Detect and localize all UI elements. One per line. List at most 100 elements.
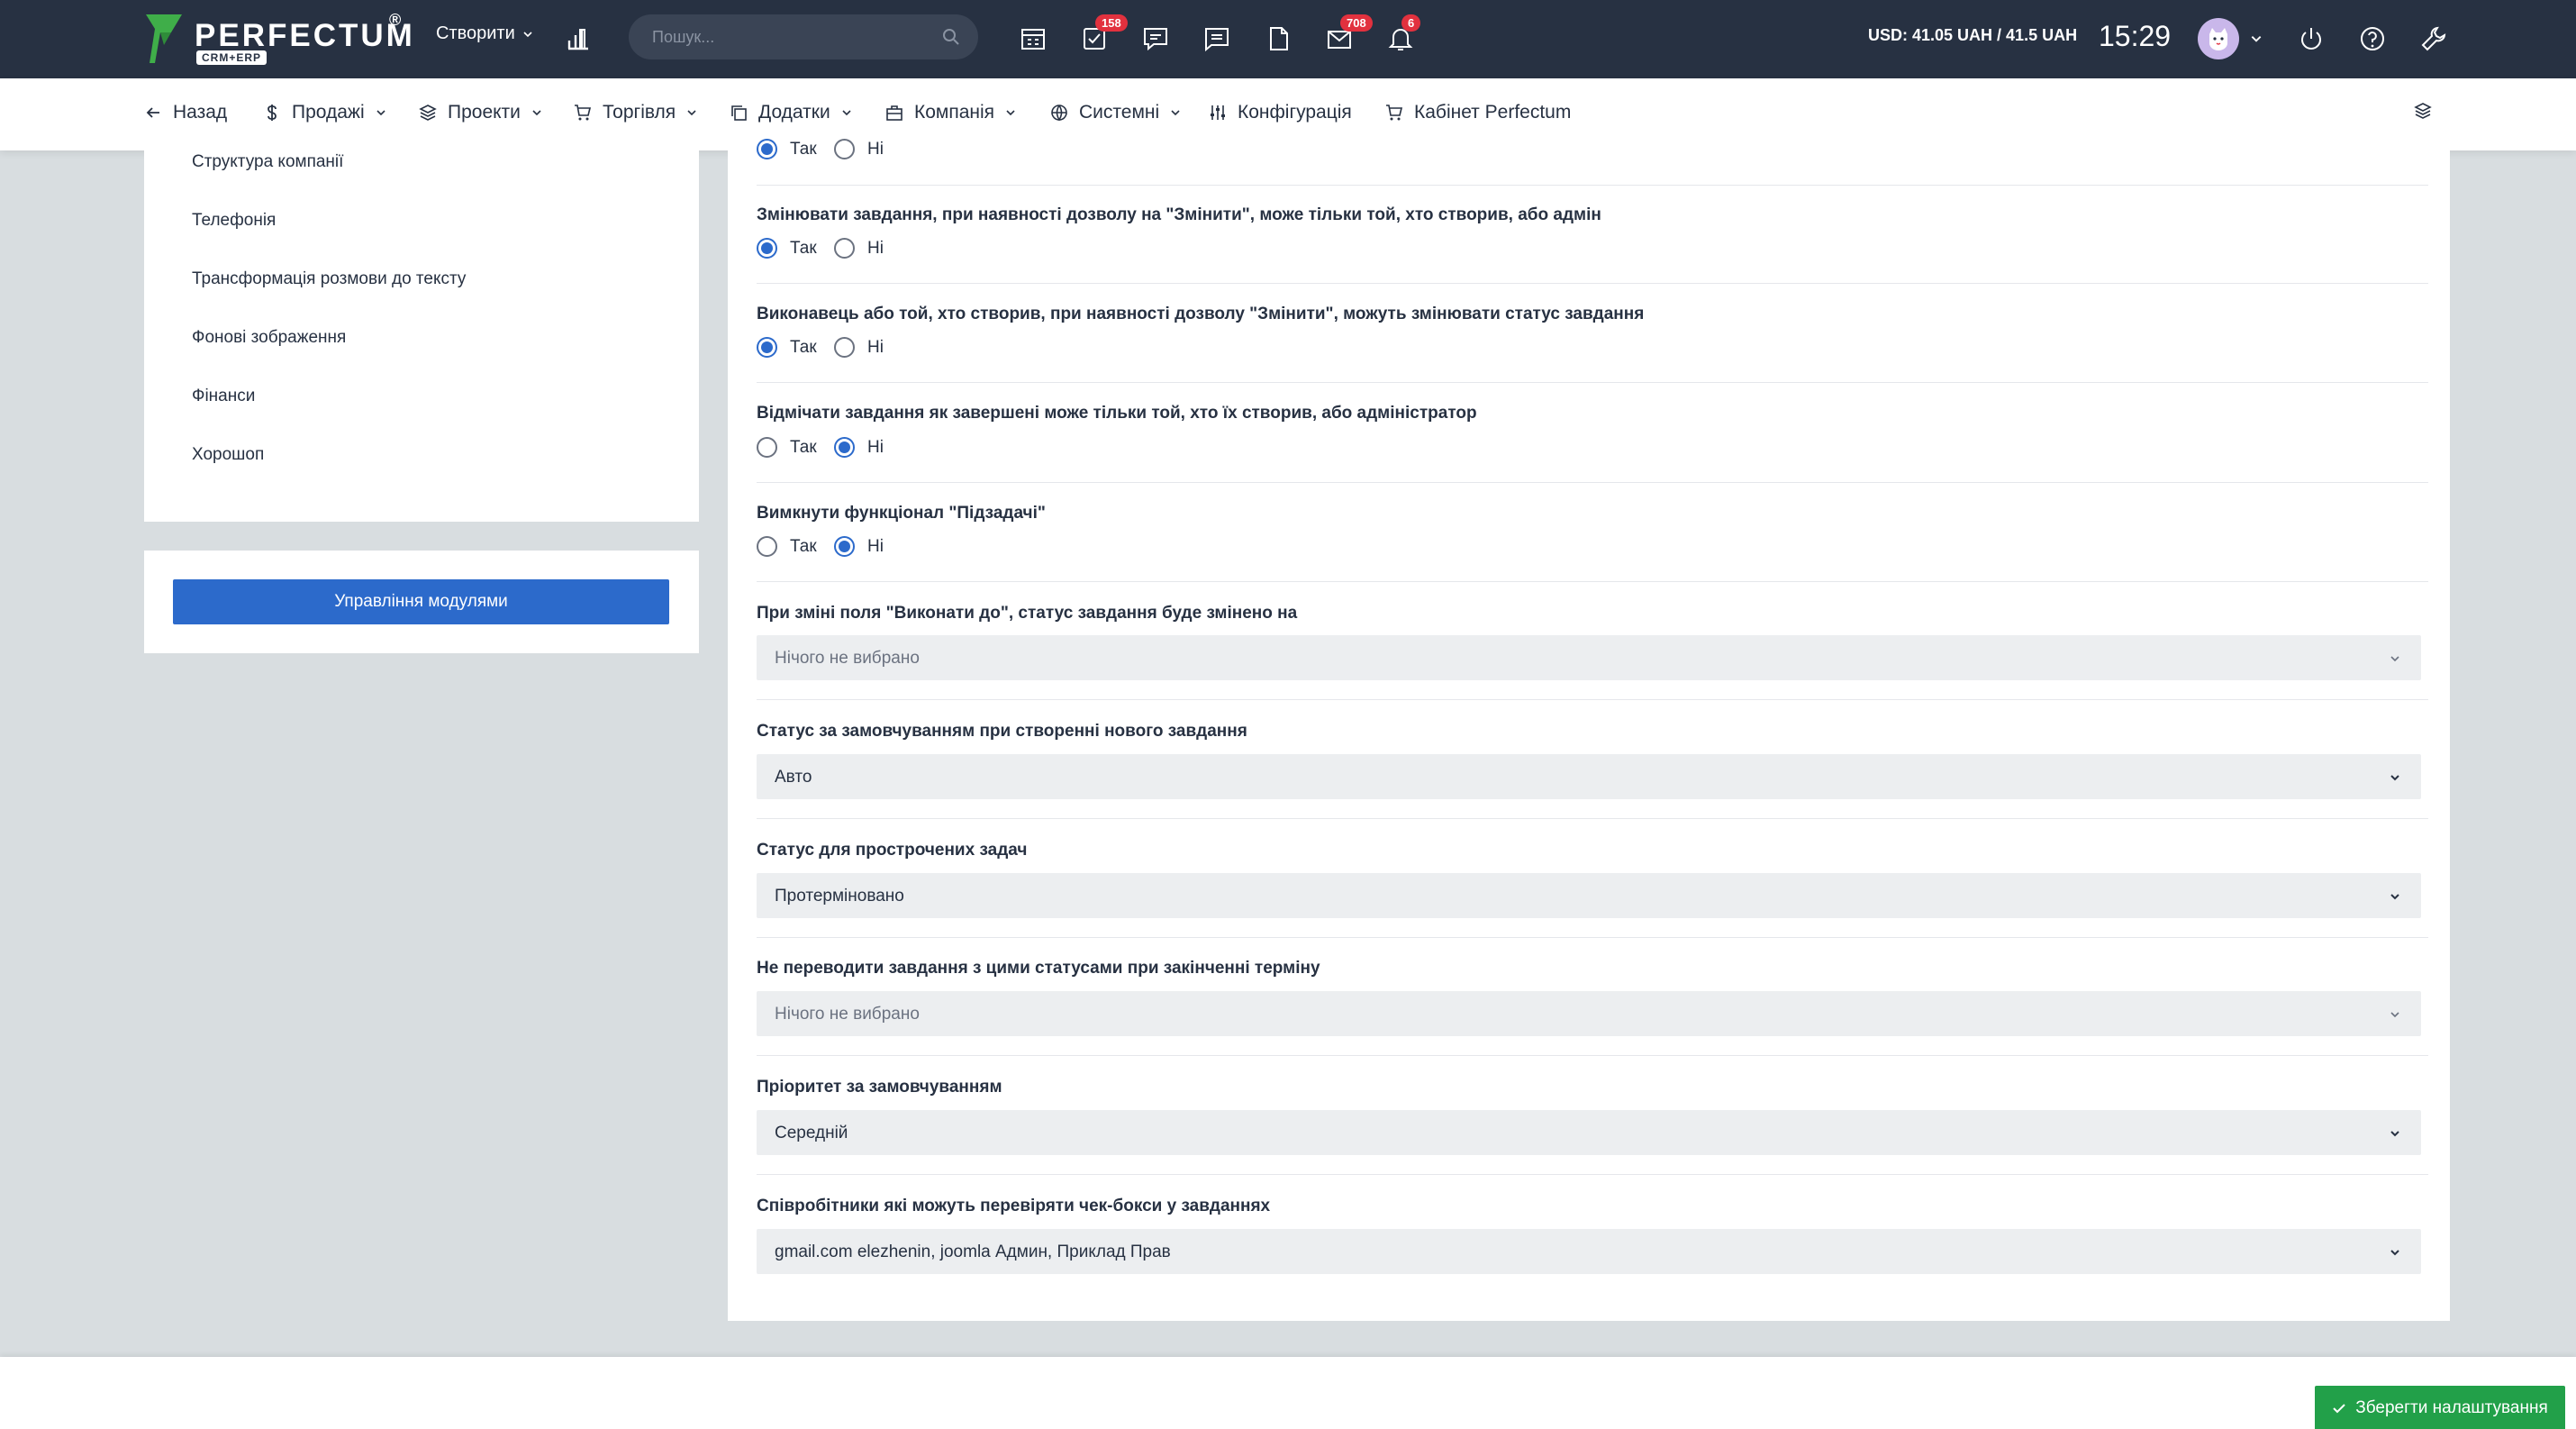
menu-cabinet-label: Кабінет Perfectum — [1414, 102, 1572, 123]
save-settings-button[interactable]: Зберегти налаштування — [2315, 1386, 2565, 1429]
menu-back[interactable]: Назад — [144, 102, 227, 123]
stats-button[interactable] — [560, 20, 598, 58]
q3-yes[interactable]: Так — [757, 437, 817, 458]
mail-button[interactable]: 708 — [1320, 14, 1373, 58]
manage-modules-button[interactable]: Управління модулями — [173, 579, 669, 624]
s2-value: Авто — [775, 768, 812, 787]
menu-sales[interactable]: Продажі — [263, 102, 386, 123]
menu-config[interactable]: Конфігурація — [1209, 102, 1352, 123]
help-button[interactable] — [2354, 20, 2391, 58]
main-menu: Назад Продажі Проекти Торгівля Додатки К… — [0, 78, 2576, 150]
q0-no[interactable]: Ні — [834, 139, 884, 159]
arrow-left-icon — [146, 107, 159, 118]
chevron-down-icon — [376, 110, 385, 116]
s2-select[interactable]: Авто — [757, 754, 2421, 799]
menu-config-label: Конфігурація — [1238, 102, 1352, 123]
cart-icon — [575, 105, 592, 121]
q2-no-radio[interactable] — [834, 337, 855, 358]
q0-yes-radio[interactable] — [757, 139, 777, 159]
s5-label: Пріоритет за замовчуванням — [757, 1078, 1002, 1097]
radio-label: Так — [790, 139, 817, 159]
radio-label: Так — [790, 238, 817, 258]
menu-addons[interactable]: Додатки — [730, 102, 852, 123]
documents-button[interactable] — [1259, 20, 1297, 58]
avatar[interactable] — [2198, 18, 2239, 59]
chevron-down-icon — [2390, 1012, 2399, 1018]
building-icon — [886, 105, 903, 121]
q1-no[interactable]: Ні — [834, 238, 884, 259]
settings-button[interactable] — [2415, 20, 2453, 58]
menu-projects[interactable]: Проекти — [419, 102, 542, 123]
sidebar-item-backgrounds[interactable]: Фонові зображення — [192, 328, 346, 348]
menu-company-label: Компанія — [914, 102, 995, 123]
sidebar-item-telephony[interactable]: Телефонія — [192, 211, 276, 231]
search-box[interactable]: Пошук... — [629, 14, 978, 59]
settings-sidebar: Структура компанії Телефонія Трансформац… — [144, 150, 699, 522]
radio-label: Ні — [867, 139, 884, 159]
create-dropdown[interactable]: Створити — [436, 23, 533, 44]
chevron-down-icon — [1006, 110, 1015, 116]
create-label: Створити — [436, 23, 515, 43]
q2-yes[interactable]: Так — [757, 337, 817, 358]
calendar-button[interactable] — [1014, 20, 1052, 58]
q1-yes[interactable]: Так — [757, 238, 817, 259]
brand-name: PERFECTUM — [195, 18, 415, 53]
q2-yes-radio[interactable] — [757, 337, 777, 358]
q0-yes[interactable]: Так — [757, 139, 817, 159]
s3-select[interactable]: Протерміновано — [757, 873, 2421, 918]
menu-addons-label: Додатки — [758, 102, 830, 123]
q1-yes-radio[interactable] — [757, 238, 777, 259]
radio-label: Ні — [867, 238, 884, 258]
perfectum-logo[interactable]: PERFECTUM ® CRM+ERP — [144, 11, 413, 67]
s1-select[interactable]: Нічого не вибрано — [757, 635, 2421, 680]
chevron-down-icon[interactable] — [2250, 32, 2263, 45]
bar-chart-icon — [567, 29, 588, 50]
divider — [757, 382, 2428, 383]
sidebar-item-speech-to-text[interactable]: Трансформація розмови до тексту — [192, 269, 466, 289]
chevron-down-icon — [2390, 1131, 2399, 1137]
q2-no[interactable]: Ні — [834, 337, 884, 358]
layers-menu-button[interactable] — [2414, 102, 2432, 120]
q4-no[interactable]: Ні — [834, 536, 884, 557]
q0-no-radio[interactable] — [834, 139, 855, 159]
s1-value: Нічого не вибрано — [775, 649, 920, 668]
chevron-down-icon — [2390, 656, 2399, 662]
s6-select[interactable]: gmail.com elezhenin, joomla Админ, Прикл… — [757, 1229, 2421, 1274]
logout-button[interactable] — [2292, 20, 2330, 58]
footer-bar: Зберегти налаштування — [0, 1357, 2576, 1429]
chat-button[interactable] — [1137, 20, 1175, 58]
search-input[interactable]: Пошук... — [652, 28, 714, 47]
divider — [757, 699, 2428, 700]
sidebar-item-horoshop[interactable]: Хорошоп — [192, 445, 264, 465]
messages-button[interactable] — [1198, 20, 1236, 58]
s3-value: Протерміновано — [775, 887, 904, 906]
s5-select[interactable]: Середній — [757, 1110, 2421, 1155]
tasks-button[interactable]: 158 — [1075, 14, 1128, 58]
s3-label: Статус для прострочених задач — [757, 841, 1028, 860]
q1-no-radio[interactable] — [834, 238, 855, 259]
message-icon — [1205, 28, 1229, 52]
menu-cabinet[interactable]: Кабінет Perfectum — [1385, 102, 1571, 123]
chevron-down-icon — [1171, 110, 1180, 116]
chevron-down-icon — [532, 110, 541, 116]
menu-trade[interactable]: Торгівля — [574, 102, 697, 123]
q3-no-radio[interactable] — [834, 437, 855, 458]
sidebar-item-company-structure[interactable]: Структура компанії — [192, 152, 343, 172]
sidebar-item-finance[interactable]: Фінанси — [192, 387, 255, 406]
s4-select[interactable]: Нічого не вибрано — [757, 991, 2421, 1036]
menu-company[interactable]: Компанія — [885, 102, 1016, 123]
q3-no[interactable]: Ні — [834, 437, 884, 458]
q4-yes-radio[interactable] — [757, 536, 777, 557]
menu-system[interactable]: Системні — [1050, 102, 1181, 123]
top-navbar: PERFECTUM ® CRM+ERP Створити Пошук... 15… — [0, 0, 2576, 78]
q3-yes-radio[interactable] — [757, 437, 777, 458]
s4-label: Не переводити завдання з цими статусами … — [757, 959, 1320, 978]
q4-yes[interactable]: Так — [757, 536, 817, 557]
s5-value: Середній — [775, 1124, 848, 1142]
q4-no-radio[interactable] — [834, 536, 855, 557]
s1-label: При зміні поля "Виконати до", статус зав… — [757, 604, 1298, 623]
chevron-down-icon — [2390, 894, 2399, 900]
divider — [757, 818, 2428, 819]
s4-value: Нічого не вибрано — [775, 1005, 920, 1024]
notifications-button[interactable]: 6 — [1382, 14, 1421, 58]
